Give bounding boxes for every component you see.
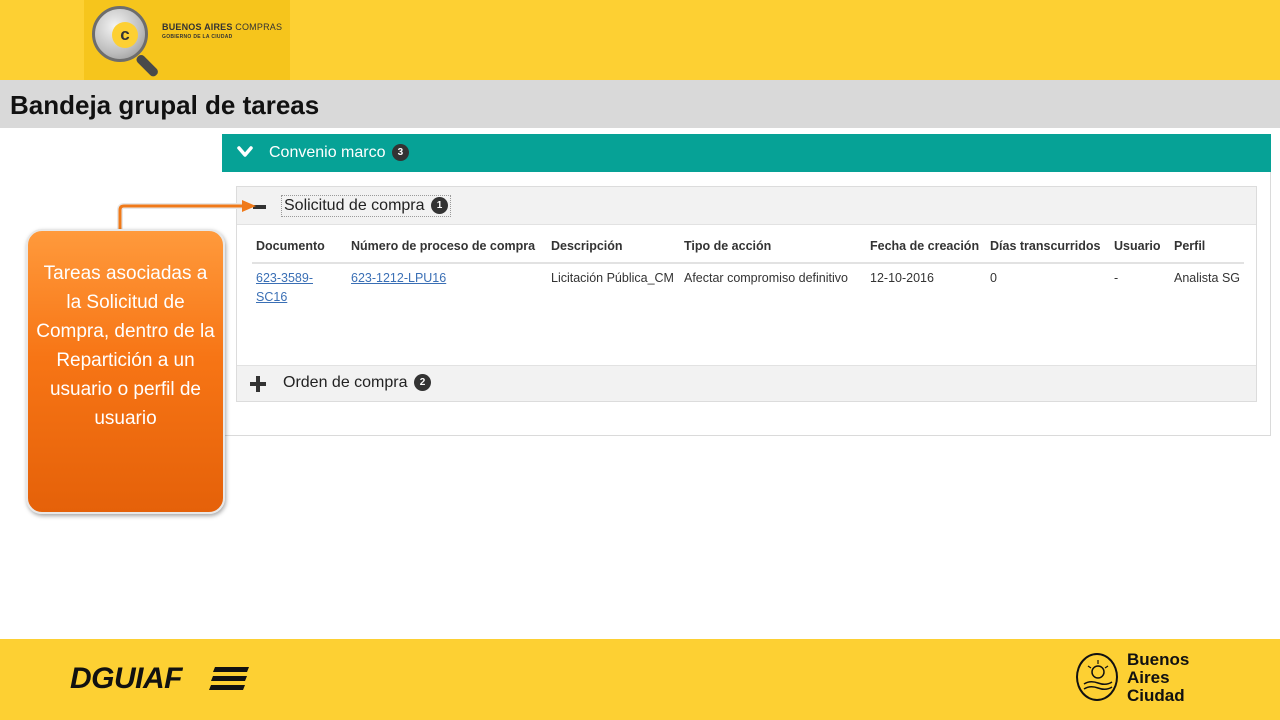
buenos-aires-seal-icon [1076, 653, 1118, 701]
solicitud-header[interactable]: Solicitud de compra 1 [237, 187, 1256, 225]
solicitud-count-badge: 1 [430, 197, 448, 215]
orden-compra-title[interactable]: Orden de compra 2 [283, 374, 431, 392]
page-title: Bandeja grupal de tareas [10, 90, 320, 120]
documento-link[interactable]: 623-3589-SC16 [256, 271, 313, 304]
dguiaf-bars-icon [209, 667, 249, 690]
logo-title-bold: BUENOS AIRES [162, 22, 233, 32]
convenio-marco-title: Convenio marco 3 [269, 144, 409, 162]
solicitud-title[interactable]: Solicitud de compra 1 [281, 195, 451, 217]
header-band: c BUENOS AIRES COMPRAS GOBIERNO DE LA CI… [0, 0, 1280, 80]
buenos-aires-compras-logo[interactable]: c BUENOS AIRES COMPRAS GOBIERNO DE LA CI… [84, 0, 290, 80]
buenos-aires-ciudad-logo: Buenos Aires Ciudad [1127, 651, 1189, 705]
documento-cell: 623-3589-SC16 [252, 263, 347, 307]
logo-letter: c [112, 22, 138, 48]
convenio-marco-count-badge: 3 [391, 144, 409, 162]
orden-compra-label: Orden de compra [283, 374, 408, 391]
ba-logo-line2: Aires [1127, 668, 1170, 687]
footer-band: DGUIAF Buenos Aires Ciudad [0, 639, 1280, 720]
ba-logo-line1: Buenos [1127, 650, 1190, 669]
table-header-row: Documento Número de proceso de compra De… [252, 237, 1244, 264]
task-panel: Convenio marco 3 Solicitud de compra 1 D… [222, 134, 1271, 436]
logo-subtitle: GOBIERNO DE LA CIUDAD [162, 34, 233, 40]
chevron-down-icon [237, 146, 253, 157]
usuario-cell: - [1114, 271, 1119, 285]
column-header[interactable]: Documento [252, 237, 347, 264]
title-band: Bandeja grupal de tareas [0, 80, 1280, 128]
logo-title-light: COMPRAS [235, 22, 283, 32]
magnifier-handle-icon [134, 53, 160, 79]
expand-plus-icon[interactable] [250, 376, 266, 392]
table-row: 623-3589-SC16 623-1212-LPU16 Licitación … [252, 263, 1244, 307]
callout-text: Tareas asociadas a la Solicitud de Compr… [36, 263, 215, 429]
numero-proceso-cell: 623-1212-LPU16 [347, 263, 547, 307]
column-header[interactable]: Descripción [547, 237, 680, 264]
perfil-cell: Analista SG [1174, 271, 1241, 285]
orden-compra-count-badge: 2 [413, 374, 431, 392]
column-header[interactable]: Tipo de acción [680, 237, 866, 264]
ba-logo-line3: Ciudad [1127, 686, 1185, 705]
tipo-accion-cell: Afectar compromiso definitivo [684, 271, 848, 285]
logo-title: BUENOS AIRES COMPRAS [162, 22, 282, 32]
tasks-table: Documento Número de proceso de compra De… [252, 237, 1244, 307]
dias-cell: 0 [990, 271, 997, 285]
convenio-marco-header[interactable]: Convenio marco 3 [222, 134, 1271, 172]
column-header[interactable]: Usuario [1110, 237, 1170, 264]
orden-compra-header[interactable]: Orden de compra 2 [237, 365, 1256, 401]
numero-proceso-link[interactable]: 623-1212-LPU16 [351, 271, 446, 285]
magnifier-logo-icon: c [92, 6, 148, 62]
convenio-marco-label: Convenio marco [269, 144, 386, 161]
callout-box: Tareas asociadas a la Solicitud de Compr… [26, 229, 225, 514]
column-header[interactable]: Fecha de creación [866, 237, 986, 264]
solicitud-section: Solicitud de compra 1 Documento Número d… [236, 186, 1257, 402]
column-header[interactable]: Días transcurridos [986, 237, 1110, 264]
column-header[interactable]: Perfil [1170, 237, 1244, 264]
fecha-creacion-cell: 12-10-2016 [870, 271, 934, 285]
dguiaf-logo: DGUIAF [70, 662, 183, 695]
column-header[interactable]: Número de proceso de compra [347, 237, 547, 264]
descripcion-cell: Licitación Pública_CM [551, 271, 674, 285]
solicitud-label: Solicitud de compra [284, 197, 425, 214]
